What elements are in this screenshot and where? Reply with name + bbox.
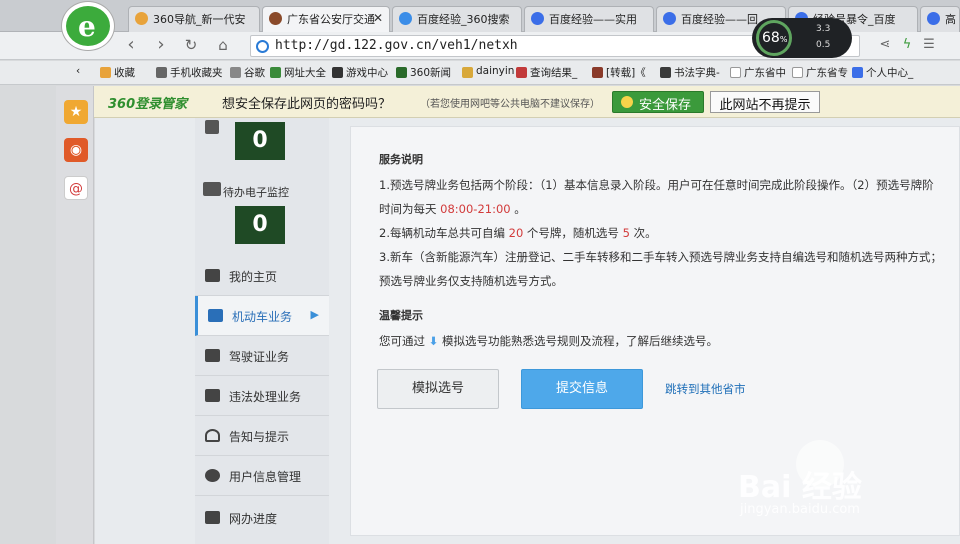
monitor-card-1[interactable]: 0 [195,100,329,172]
user-icon [205,469,220,482]
sidebar: 0 待办电子监控 0 我的主页 机动车业务 ▶ 驾驶证业务 违法处理业务 告知与提… [195,118,329,544]
tab-label: 百度经验——实用 [549,13,637,26]
cpu-ring: 68% [756,20,792,56]
progress-icon [205,511,220,524]
monitor-card-2[interactable]: 待办电子监控 0 [195,180,329,252]
share-icon[interactable]: ⋖ [874,35,896,57]
bell-icon [205,429,220,442]
service-line-3: 2.每辆机动车总共可自编 20 个号牌，随机选号 5 次。 [379,226,657,240]
menu-icon[interactable]: ☰ [918,35,940,57]
tab-label: 百度经验——回 [681,13,758,26]
submit-info-button[interactable]: 提交信息 [521,369,643,409]
favorites-star-icon[interactable]: ★ [64,100,88,124]
monitor-count: 0 [235,206,285,244]
browser-logo[interactable]: e [62,2,114,50]
camera-icon [205,389,220,402]
upload-speed: 3.3 [816,24,831,34]
service-title: 服务说明 [379,153,423,166]
service-line-2: 时间为每天 08:00-21:00 。 [379,202,526,216]
tab-favicon-icon [269,12,282,25]
menu-violation[interactable]: 违法处理业务 [195,376,329,416]
bookmark-item[interactable]: 广东省专 [792,65,848,80]
tips-text: 您可通过 ⬇ 模拟选号功能熟悉选号规则及流程，了解后继续选号。 [379,334,718,348]
bookmark-item[interactable]: 网址大全 [270,65,326,80]
back-icon[interactable]: ‹ [120,35,142,57]
bookmarks-toggle-icon[interactable]: ‹ [76,65,80,77]
browser-side-rail: ★ ◉ @ [56,86,94,544]
menu-progress[interactable]: 网办进度 [195,498,329,538]
weibo-icon[interactable]: ◉ [64,138,88,162]
tab-favicon-icon [927,12,940,25]
bookmark-item[interactable]: 广东省中 [730,65,786,80]
bookmark-item[interactable]: 手机收藏夹 [156,65,223,80]
monitor-count: 0 [235,122,285,160]
bolt-icon[interactable]: ϟ [896,35,918,57]
never-prompt-button[interactable]: 此网站不再提示 [710,91,820,113]
chevron-right-icon: ▶ [310,308,319,321]
bookmark-item[interactable]: 游戏中心 [332,65,388,80]
tips-title: 温馨提示 [379,309,423,322]
bookmarks-bar: ‹ 收藏 手机收藏夹 谷歌 网址大全 游戏中心 360新闻 dainyin 查询… [0,61,960,85]
password-note: （若您使用网吧等公共电脑不建议保存） [420,99,600,110]
watermark-brand: Bai 经验 [738,470,862,505]
key-icon [621,96,633,108]
tab-baidu-exp-1[interactable]: 百度经验——实用 [524,6,654,32]
tab-favicon-icon [399,12,412,25]
bookmark-item[interactable]: 收藏 [100,65,135,80]
camera-icon [203,182,221,196]
forward-icon[interactable]: › [150,35,172,57]
mail-icon[interactable]: @ [64,176,88,200]
menu-vehicle[interactable]: 机动车业务 ▶ [195,296,329,336]
bookmark-item[interactable]: 360新闻 [396,65,451,80]
tab-label: 360导航_新一代安 [153,13,246,26]
bookmark-item[interactable]: 书法字典- [660,65,720,80]
bookmark-item[interactable]: 查询结果_ [516,65,577,80]
car-icon [208,309,223,322]
safe-save-button[interactable]: 安全保存 [612,91,704,113]
menu-license[interactable]: 驾驶证业务 [195,336,329,376]
time-range: 08:00-21:00 [440,202,511,216]
close-icon[interactable]: ✕ [373,11,383,25]
tab-more[interactable]: 高 [920,6,960,32]
watermark-url: jingyan.baidu.com [740,502,860,517]
arrow-down-icon: ⬇ [428,334,439,348]
tab-baidu-search[interactable]: 百度经验_360搜索 [392,6,522,32]
tab-favicon-icon [663,12,676,25]
url-text: http://gd.122.gov.cn/veh1/netxh [275,38,518,53]
login-manager-brand: 360登录管家 [108,97,188,112]
tab-label: 百度经验_360搜索 [417,13,510,26]
menu-user-info[interactable]: 用户信息管理 [195,456,329,496]
tab-label: 高 [945,13,956,26]
globe-icon [256,40,269,53]
reload-icon[interactable]: ↻ [180,35,202,57]
bookmark-item[interactable]: 谷歌 [230,65,265,80]
tab-favicon-icon [135,12,148,25]
menu-notice[interactable]: 告知与提示 [195,416,329,456]
home-icon[interactable]: ⌂ [212,35,234,57]
service-line-4: 3.新车（含新能源汽车）注册登记、二手车转移和二手车转入预选号牌业务支持自编选号… [379,250,942,264]
monitor-label: 待办电子监控 [223,186,289,199]
tab-gd-police[interactable]: 广东省公安厅交通 ✕ [262,6,390,32]
id-card-icon [205,349,220,362]
bookmark-item[interactable]: 个人中心_ [852,65,913,80]
monitor-icon [205,120,219,134]
bookmark-item[interactable]: [转载]《 [592,65,646,80]
simulate-select-button[interactable]: 模拟选号 [377,369,499,409]
service-line-5: 预选号牌业务仅支持随机选号方式。 [379,274,563,288]
tab-favicon-icon [531,12,544,25]
logo-letter: e [78,10,96,43]
tab-360-nav[interactable]: 360导航_新一代安 [128,6,260,32]
baidu-watermark: Bai 经验 jingyan.baidu.com [738,440,938,530]
jump-other-province-link[interactable]: 跳转到其他省市 [665,381,746,397]
service-line-1: 1.预选号牌业务包括两个阶段：（1）基本信息录入阶段。用户可在任意时间完成此阶段… [379,178,934,192]
home-icon [205,269,220,282]
download-speed: 0.5 [816,40,831,50]
performance-widget[interactable]: 68% 3.3 0.5 [752,18,852,58]
bookmark-item[interactable]: dainyin [462,65,514,78]
menu-my-home[interactable]: 我的主页 [195,256,329,296]
tab-label: 广东省公安厅交通 [287,13,375,26]
